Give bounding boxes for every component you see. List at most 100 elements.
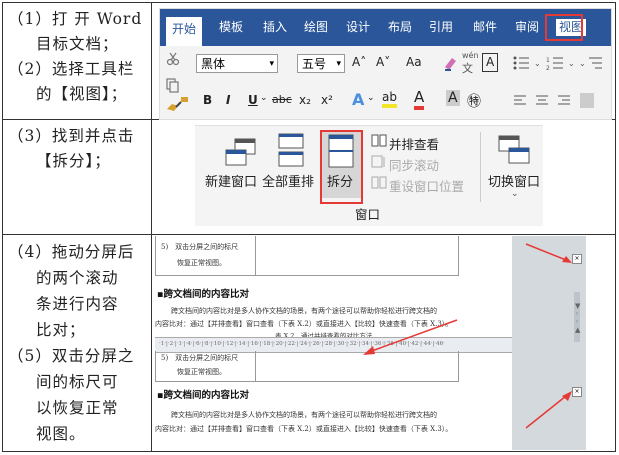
phonetic-label: wén <box>462 51 479 60</box>
step-text-3: （3）找到并点击 【拆分】； <box>8 124 148 174</box>
svg-text:⌄: ⌄ <box>568 59 575 68</box>
font-name-dropdown[interactable]: 黑体 ▾ <box>196 54 278 73</box>
step-line: （3）找到并点击 <box>8 127 135 145</box>
tab-references[interactable]: 引用 <box>429 19 453 36</box>
grow-font-button[interactable]: A˄ <box>352 55 366 69</box>
new-window-icon <box>225 138 256 166</box>
step-line: 条进行内容 <box>36 295 119 313</box>
side-by-side-button[interactable]: 并排查看 <box>389 134 439 153</box>
step-line: （5）双击分屏之 <box>8 347 135 365</box>
new-window-button[interactable]: 新建窗口 <box>205 171 257 190</box>
arrow-annotation <box>363 319 458 355</box>
phonetic-char: 文 <box>462 62 473 75</box>
tab-layout[interactable]: 布局 <box>388 19 412 36</box>
svg-text:2: 2 <box>546 65 550 72</box>
chevron-down-icon: ▾ <box>336 59 341 69</box>
arrow-annotations <box>525 243 572 429</box>
row-divider-2 <box>2 234 616 235</box>
table-border-top <box>2 2 616 3</box>
step-line: 间的标尺可 <box>36 373 119 391</box>
table-fragment-divider <box>255 351 256 381</box>
clear-format-icon[interactable] <box>442 54 458 72</box>
underline-button[interactable]: U <box>248 93 258 107</box>
tab-template[interactable]: 模板 <box>219 19 243 36</box>
step-line: 比对； <box>36 321 86 339</box>
phonetic-guide-button[interactable]: wén 文 <box>462 51 479 76</box>
reset-position-icon <box>371 176 387 189</box>
table-border-bottom <box>2 451 616 452</box>
chevron-down-icon[interactable]: ⌄ <box>367 93 375 103</box>
step-text-4-5: （4）拖动分屏后 的两个滚动 条进行内容 比对； （5）双击分屏之 间的标尺可 … <box>8 239 148 447</box>
font-size-dropdown[interactable]: 五号 ▾ <box>297 54 345 73</box>
reset-position-button[interactable]: 重设窗口位置 <box>389 176 464 195</box>
bold-button[interactable]: B <box>203 93 212 107</box>
subscript-button[interactable]: x₂ <box>299 93 311 107</box>
tab-design[interactable]: 设计 <box>346 19 370 36</box>
list-buttons[interactable]: ⌄ 12 ⌄ ⌄ <box>512 54 604 72</box>
font-color-button[interactable]: A <box>414 88 425 110</box>
step-line: 视图。 <box>36 425 86 443</box>
cell-text: 5) 双击分屏之间的标尺 <box>161 354 239 362</box>
step-line: 目标文档； <box>36 35 119 53</box>
align-buttons[interactable] <box>512 93 611 109</box>
split-button-highlight <box>320 130 363 204</box>
switch-window-icon <box>498 135 530 164</box>
table-border-left <box>2 2 3 452</box>
tab-home[interactable]: 开始 <box>166 17 203 46</box>
switch-window-button[interactable]: 切换窗口 <box>488 171 540 190</box>
superscript-button[interactable]: x² <box>321 93 333 107</box>
step-line: 【拆分】； <box>36 152 111 170</box>
text-effects-button[interactable]: A <box>352 90 364 109</box>
tab-review[interactable]: 审阅 <box>515 19 539 36</box>
cell-text: 恢复正常视图。 <box>177 259 226 267</box>
char-border-button[interactable]: A <box>482 53 499 72</box>
cell-text: 恢复正常视图。 <box>177 368 226 376</box>
side-by-side-icon <box>371 134 387 147</box>
paragraph-line: 跨文档间的内容比对是多人协作文档的场景，有两个途径可以帮助你轻松进行跨文档的 <box>171 307 437 315</box>
change-case-button[interactable]: Aa <box>406 55 422 69</box>
step-line: 的【视图】； <box>36 85 128 103</box>
section-heading: ▪跨文档间的内容比对 <box>157 289 249 300</box>
chevron-down-icon[interactable]: ⌄ <box>511 189 519 199</box>
cell-text: 5) 双击分屏之间的标尺 <box>161 243 239 251</box>
char-shading-button[interactable]: A <box>446 90 460 106</box>
tab-insert[interactable]: 插入 <box>263 19 287 36</box>
paragraph-line: 内容比对：通过【并排查看】窗口查看（下表 X.2）或直接进入【比较】快速查看（下… <box>155 425 453 433</box>
shrink-font-button[interactable]: A˅ <box>376 55 390 69</box>
tab-mailings[interactable]: 邮件 <box>473 19 497 36</box>
highlight-button[interactable]: ab <box>382 90 397 108</box>
group-separator <box>480 132 481 202</box>
step-text-1-2: （1）打 开 Word 目标文档； （2）选择工具栏 的【视图】； <box>8 7 148 107</box>
format-painter-icon[interactable] <box>174 95 190 109</box>
window-group-label: 窗口 <box>355 207 381 222</box>
chevron-down-icon[interactable]: ⌄ <box>260 93 268 103</box>
step-line: 的两个滚动 <box>36 269 119 287</box>
arrange-all-button[interactable]: 全部重排 <box>262 171 314 190</box>
tab-view-highlight <box>545 14 583 41</box>
window-group-screenshot: 新建窗口 全部重排 拆分 并排查看 同步滚动 重设窗口位置 切换窗口 ⌄ 窗口 <box>195 125 543 226</box>
step-line: （1）打 开 Word <box>8 10 143 28</box>
arrange-all-icon <box>278 133 304 167</box>
sync-scroll-icon <box>371 155 385 168</box>
font-name-value: 黑体 <box>201 57 226 71</box>
step-line: （4）拖动分屏后 <box>8 243 135 261</box>
svg-text:1: 1 <box>546 57 550 64</box>
font-size-value: 五号 <box>302 57 327 71</box>
step-line: 以恢复正常 <box>36 399 119 417</box>
paragraph-line: 跨文档间的内容比对是多人协作文档的场景，有两个途径可以帮助你轻松进行跨文档的 <box>171 411 437 419</box>
word-ribbon-screenshot: 开始 模板 插入 绘图 设计 布局 引用 邮件 审阅 视图 黑体 ▾ 五号 ▾ A˄… <box>159 8 612 120</box>
section-heading: ▪跨文档间的内容比对 <box>157 390 249 401</box>
table-border-right <box>615 2 616 452</box>
italic-button[interactable]: I <box>226 93 230 107</box>
sync-scroll-button[interactable]: 同步滚动 <box>389 155 439 174</box>
strikethrough-button[interactable]: abc <box>272 93 292 106</box>
enclose-char-button[interactable]: ㊕ <box>467 91 481 111</box>
table-fragment-divider <box>255 236 256 275</box>
svg-text:⌄: ⌄ <box>534 59 541 68</box>
svg-text:⌄: ⌄ <box>579 59 586 68</box>
tab-draw[interactable]: 绘图 <box>304 19 328 36</box>
step-line: （2）选择工具栏 <box>8 60 135 78</box>
column-divider <box>151 2 152 452</box>
ribbon-tab-bar: 开始 模板 插入 绘图 设计 布局 引用 邮件 审阅 视图 <box>160 9 611 46</box>
vertical-scrollbars[interactable]: × ▼ ◦ ◦ ▲ × <box>512 236 586 450</box>
